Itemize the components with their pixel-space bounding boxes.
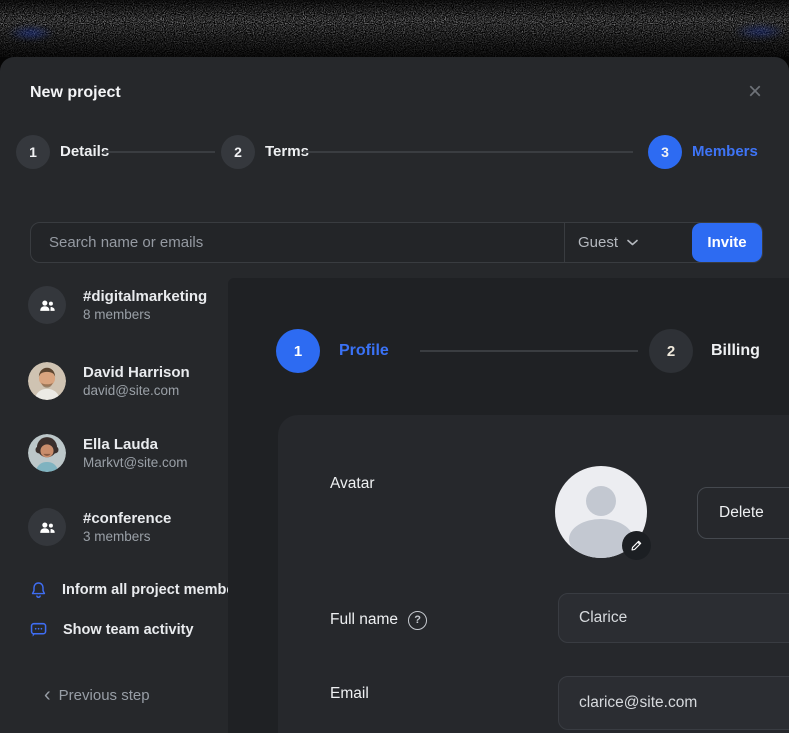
email-field[interactable] — [558, 676, 789, 730]
page-title: New project — [30, 84, 121, 102]
edit-avatar-button[interactable] — [622, 531, 651, 560]
role-select-value: Guest — [578, 234, 618, 251]
group-avatar — [28, 508, 66, 546]
member-name: #conference — [83, 510, 171, 528]
torn-edge-texture — [0, 0, 789, 57]
list-item-digitalmarketing[interactable]: #digitalmarketing 8 members — [28, 283, 207, 327]
role-select[interactable]: Guest — [565, 223, 706, 262]
member-meta: 3 members — [83, 528, 171, 545]
avatar — [28, 362, 66, 400]
member-meta: 8 members — [83, 306, 207, 323]
avatar-field-label: Avatar — [330, 475, 375, 493]
invite-button[interactable]: Invite — [692, 223, 762, 262]
previous-step-button[interactable]: ‹ Previous step — [44, 687, 150, 704]
avatar-silhouette-head — [586, 486, 616, 516]
step-2-billing-label[interactable]: Billing — [711, 342, 760, 360]
member-meta: Markvt@site.com — [83, 454, 187, 471]
email-label: Email — [330, 685, 369, 703]
full-name-label: Full name — [330, 611, 398, 629]
step-3-members-circle[interactable]: 3 — [648, 135, 682, 169]
david-photo — [28, 362, 66, 400]
option-label: Show team activity — [63, 622, 194, 638]
member-meta: david@site.com — [83, 382, 190, 399]
list-item-conference[interactable]: #conference 3 members — [28, 505, 171, 549]
blue-artifact — [734, 24, 786, 39]
option-label: Inform all project members — [62, 582, 248, 598]
pencil-icon — [630, 539, 643, 552]
member-name: Ella Lauda — [83, 436, 187, 454]
help-icon[interactable]: ? — [408, 611, 427, 630]
list-item-ella-lauda[interactable]: Ella Lauda Markvt@site.com — [28, 431, 187, 475]
chevron-down-icon — [627, 239, 638, 246]
search-input[interactable] — [31, 223, 569, 262]
stepper-connector — [420, 350, 638, 352]
close-icon[interactable]: × — [740, 77, 770, 107]
stepper-connector — [103, 151, 215, 153]
noise-texture — [0, 0, 789, 57]
invite-bar: Guest Invite — [30, 222, 763, 263]
new-project-dialog: New project × 1 Details 2 Terms 3 Member… — [0, 0, 789, 733]
chat-icon — [30, 621, 48, 639]
step-3-members-label[interactable]: Members — [692, 143, 758, 160]
people-icon — [38, 296, 57, 315]
list-item-david-harrison[interactable]: David Harrison david@site.com — [28, 359, 190, 403]
step-1-profile-circle[interactable]: 1 — [276, 329, 320, 373]
people-icon — [38, 518, 57, 537]
full-name-field[interactable] — [558, 593, 789, 643]
member-detail-panel: 1 Profile 2 Billing Avatar Delete — [228, 278, 789, 733]
inform-members-option[interactable]: Inform all project members — [30, 580, 248, 600]
step-2-billing-circle[interactable]: 2 — [649, 329, 693, 373]
chevron-left-icon: ‹ — [44, 688, 51, 703]
show-activity-option[interactable]: Show team activity — [30, 620, 194, 640]
profile-card: Avatar Delete Full name ? E — [278, 415, 789, 733]
member-name: David Harrison — [83, 364, 190, 382]
stepper-connector — [303, 151, 633, 153]
member-name: #digitalmarketing — [83, 288, 207, 306]
step-2-terms-circle[interactable]: 2 — [221, 135, 255, 169]
delete-avatar-button[interactable]: Delete — [697, 487, 789, 539]
bell-icon — [30, 581, 47, 600]
new-project-modal: New project × 1 Details 2 Terms 3 Member… — [0, 57, 789, 733]
avatar — [28, 434, 66, 472]
full-name-label-row: Full name ? — [330, 610, 427, 630]
step-1-profile-label[interactable]: Profile — [339, 342, 389, 360]
previous-step-label: Previous step — [59, 687, 150, 704]
group-avatar — [28, 286, 66, 324]
ella-photo — [28, 434, 66, 472]
step-1-details-label[interactable]: Details — [60, 143, 109, 160]
blue-artifact — [8, 26, 54, 40]
step-1-details-circle[interactable]: 1 — [16, 135, 50, 169]
